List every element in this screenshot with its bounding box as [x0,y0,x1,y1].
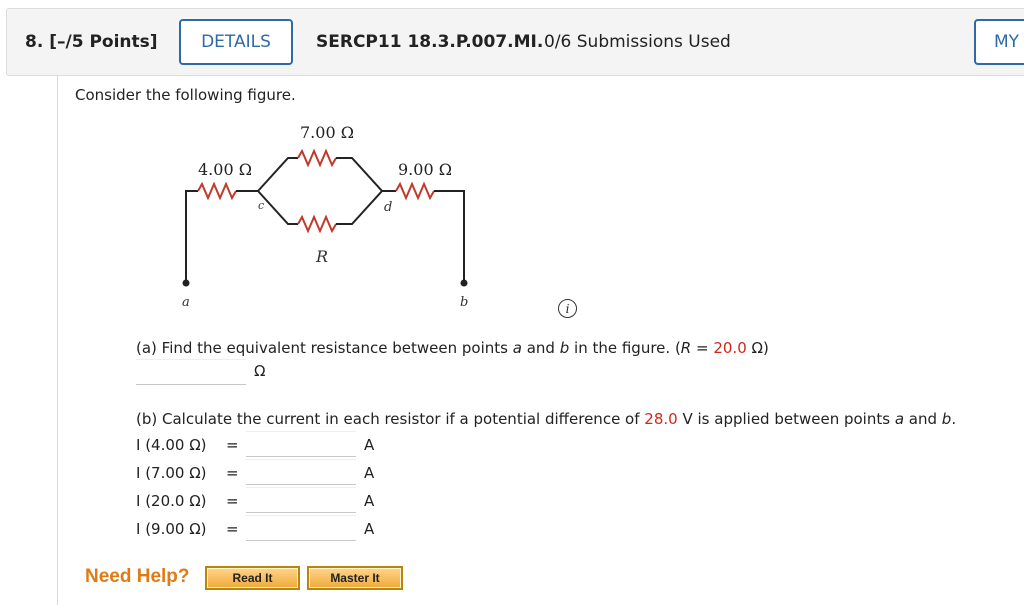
current-unit: A [364,436,375,454]
equals-sign: = [226,492,239,510]
equals-sign: = [226,520,239,538]
terminal-a [182,279,190,287]
equals-sign: = [226,464,239,482]
current-label-4ohm: I (4.00 Ω) [136,436,207,454]
question-prompt: Consider the following figure. [75,86,296,104]
current-label-9ohm: I (9.00 Ω) [136,520,207,538]
question-number: 8. [–/5 Points] [25,32,158,52]
wire-b [434,190,465,283]
my-notes-button[interactable]: MY [974,19,1024,65]
node-c: c [258,199,264,212]
node-a: a [182,295,190,310]
submissions-used: 0/6 Submissions Used [544,32,731,52]
resistor-9 [395,181,435,201]
info-circle-icon[interactable]: i [558,299,577,318]
master-it-button[interactable]: Master It [307,566,403,590]
part-a-unit: Ω [254,362,266,380]
current-unit: A [364,464,375,482]
resistor-7 [297,148,337,168]
part-b-question: (b) Calculate the current in each resist… [136,410,957,428]
node-d: d [384,200,392,215]
label-r1: 4.00 Ω [198,160,252,179]
wire-d-bottom [336,190,383,225]
current-label-7ohm: I (7.00 Ω) [136,464,207,482]
question-code: SERCP11 18.3.P.007.MI. [316,32,544,52]
part-a-question: (a) Find the equivalent resistance betwe… [136,339,769,357]
current-9ohm-input[interactable] [246,515,356,541]
equivalent-resistance-input[interactable] [136,359,246,385]
current-7ohm-input[interactable] [246,459,356,485]
wire-d-top [336,157,383,192]
equals-sign: = [226,436,239,454]
node-b: b [460,295,468,310]
label-r3: 9.00 Ω [398,160,452,179]
current-4ohm-input[interactable] [246,431,356,457]
resistor-4 [197,181,237,201]
current-unit: A [364,520,375,538]
label-r2: 7.00 Ω [300,123,354,142]
wire-c-top [257,157,298,192]
details-button[interactable]: DETAILS [179,19,293,65]
current-20ohm-input[interactable] [246,487,356,513]
question-header: 8. [–/5 Points] DETAILS SERCP11 18.3.P.0… [6,8,1024,76]
resistor-r [297,214,337,234]
terminal-b [460,279,468,287]
current-label-20ohm: I (20.0 Ω) [136,492,207,510]
content-divider [57,76,58,605]
read-it-button[interactable]: Read It [205,566,300,590]
circuit-figure: 7.00 Ω 4.00 Ω 9.00 Ω R c d a b [182,123,468,310]
current-unit: A [364,492,375,510]
need-help-label: Need Help? [85,566,190,587]
label-r: R [315,247,328,266]
wire-a [185,190,198,283]
